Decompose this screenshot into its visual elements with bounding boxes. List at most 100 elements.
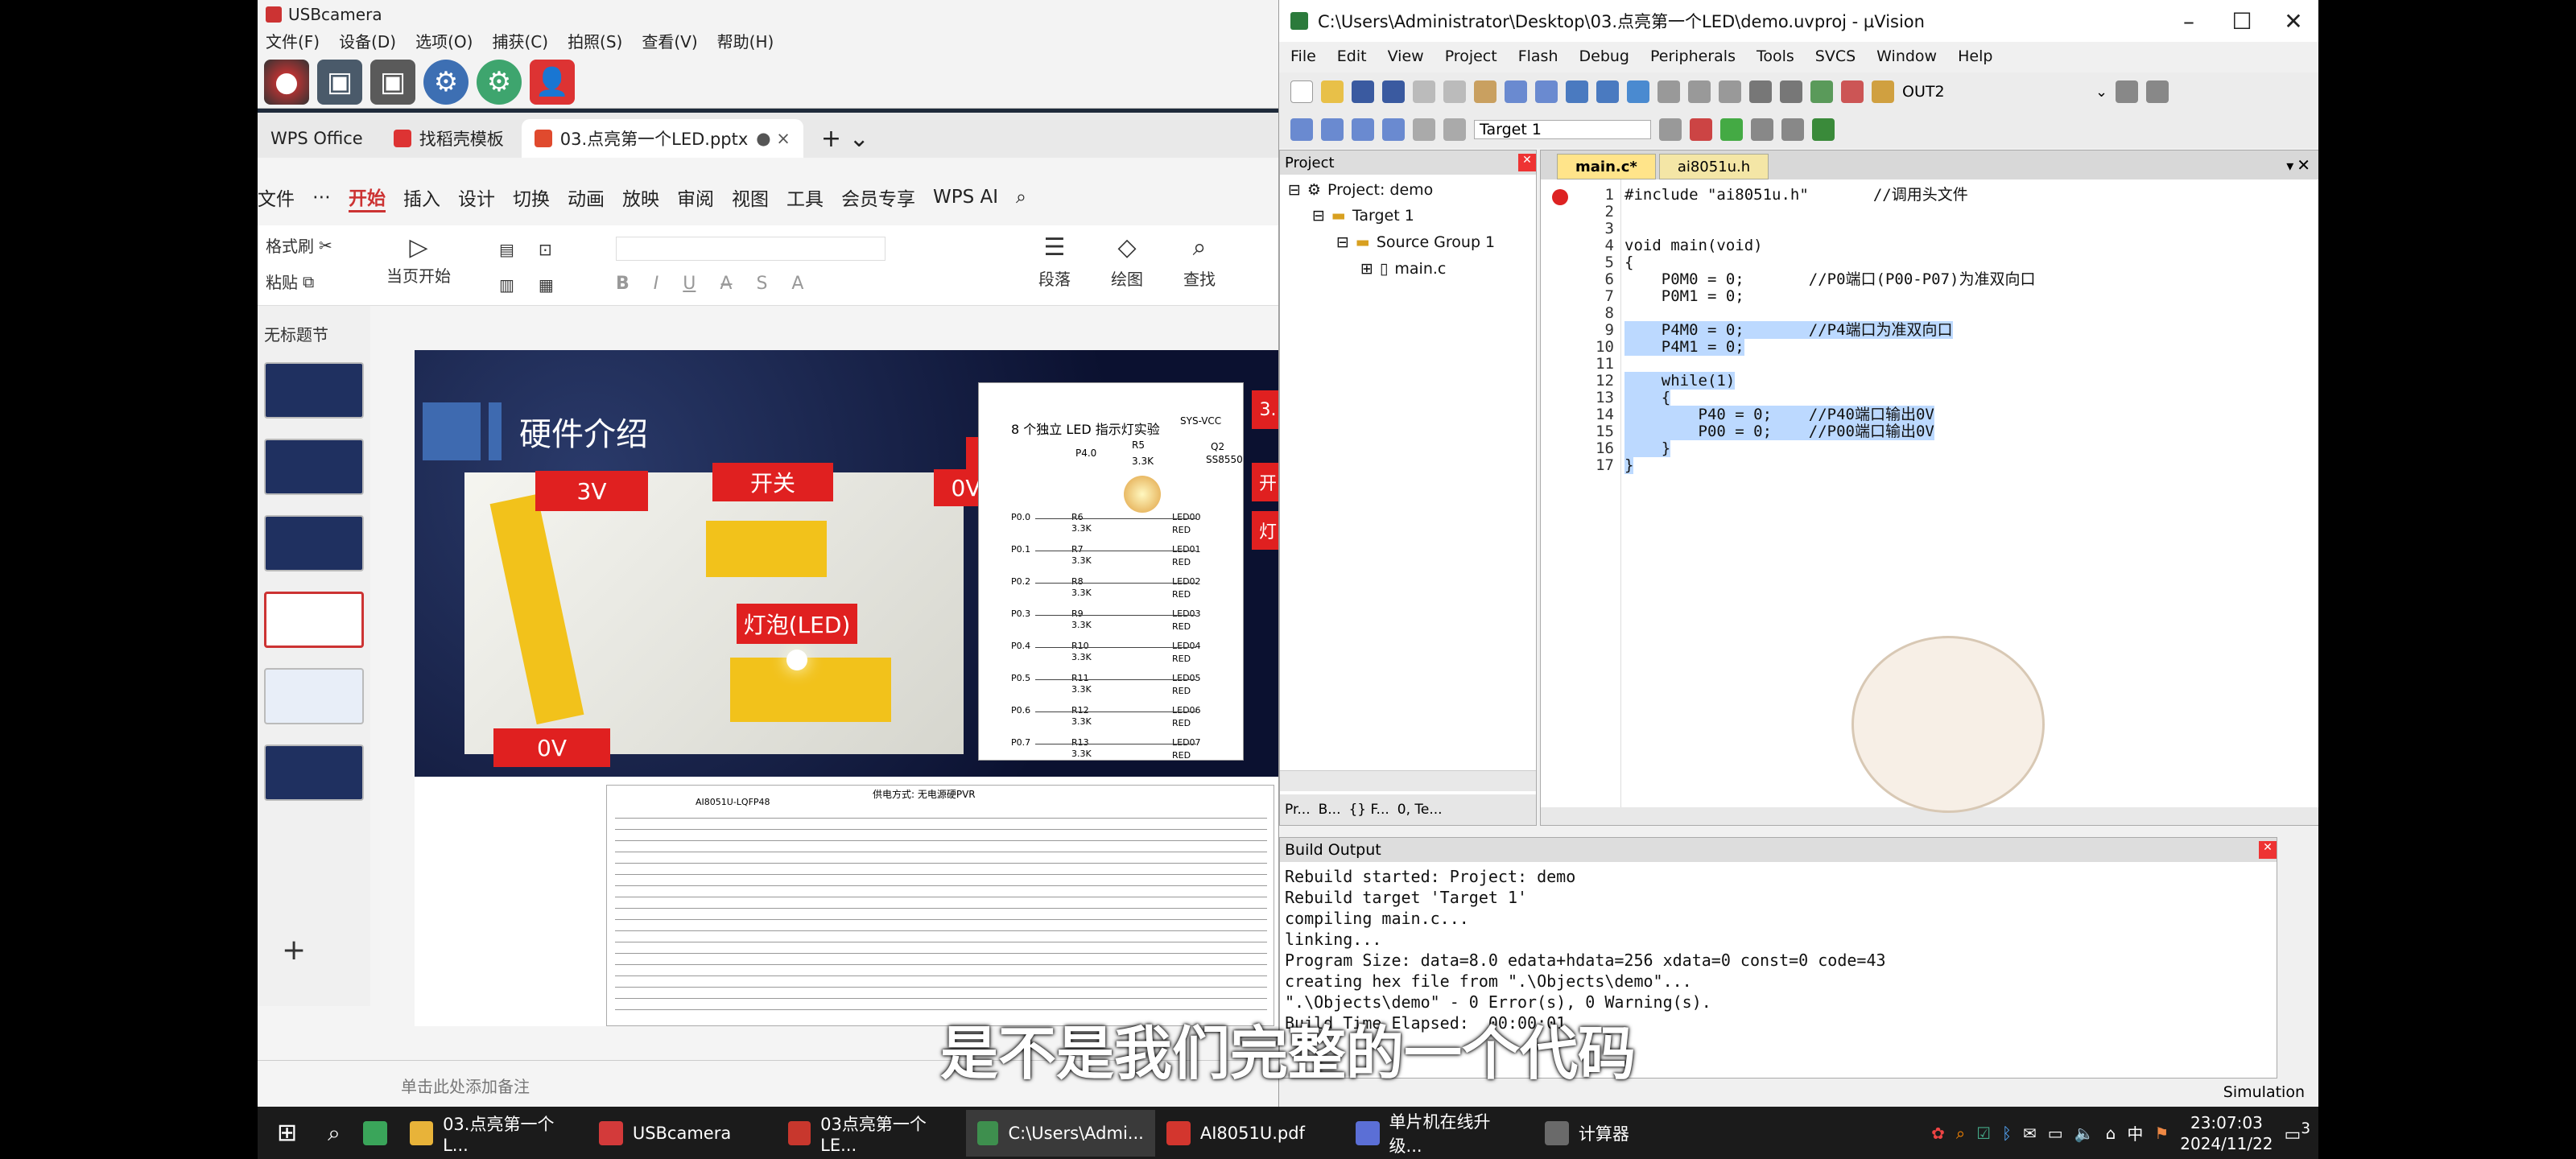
redo-icon[interactable]	[1535, 80, 1558, 103]
drawing-button[interactable]: ◇ 绘图	[1111, 233, 1143, 290]
indent-icon[interactable]	[1749, 80, 1772, 103]
project-hscroll[interactable]	[1280, 770, 1536, 791]
nav-forward-icon[interactable]	[1596, 80, 1619, 103]
tab-functions[interactable]: {} F...	[1348, 802, 1389, 818]
unindent-icon[interactable]	[1780, 80, 1802, 103]
slide-thumbnail[interactable]	[264, 362, 364, 419]
pack-icon[interactable]	[1812, 118, 1835, 141]
camera-record-icon[interactable]: ▣	[370, 60, 415, 105]
menu-view[interactable]: View	[1388, 47, 1424, 65]
slide-thumbnail[interactable]	[264, 515, 364, 571]
strike-icon[interactable]: A̶	[720, 274, 732, 294]
tray-app-icon[interactable]: ✿	[1931, 1124, 1945, 1143]
select-software-icon[interactable]	[1751, 118, 1773, 141]
add-slide-icon[interactable]: +	[282, 934, 306, 967]
taskbar-app[interactable]: 计算器	[1534, 1110, 1723, 1157]
tray-check-icon[interactable]: ☑	[1976, 1124, 1991, 1143]
from-current-button[interactable]: ▷ 当页开始	[386, 233, 451, 287]
bookmark-clear-icon[interactable]	[1719, 80, 1741, 103]
tree-source-group[interactable]: ⊟ ▬ Source Group 1	[1336, 233, 1495, 251]
section-icon[interactable]: ▥	[499, 275, 514, 295]
translate-icon[interactable]	[1290, 118, 1313, 141]
tabs-dropdown-icon[interactable]: ▾	[2286, 158, 2293, 175]
paste-icon[interactable]	[1474, 80, 1496, 103]
search-icon[interactable]: ⌕	[316, 1110, 352, 1157]
slide-canvas[interactable]: 硬件介绍 3V 开关 0V 0V 灯泡(LED) 0V 8 个独立 LED 指示…	[415, 350, 1284, 1026]
ribbon-tab-file[interactable]: 文件	[258, 184, 295, 211]
panel-close-icon[interactable]: ✕	[1518, 154, 1536, 171]
tree-collapse-icon[interactable]: ⊟	[1288, 181, 1301, 199]
menu-view[interactable]: 查看(V)	[642, 29, 697, 55]
code-line[interactable]: }	[1624, 439, 1671, 457]
stop-build-icon[interactable]	[1413, 118, 1435, 141]
chat-app-icon[interactable]	[352, 1110, 398, 1157]
taskbar-app[interactable]: 单片机在线升级...	[1344, 1110, 1534, 1157]
ribbon-tab-animation[interactable]: 动画	[568, 184, 605, 211]
notification-icon[interactable]: ▭3	[2285, 1120, 2310, 1145]
target-select[interactable]: Target 1	[1474, 120, 1651, 139]
settings-gear-icon[interactable]: ⚙	[423, 60, 469, 105]
new-file-icon[interactable]	[1290, 80, 1313, 103]
menu-debug[interactable]: Debug	[1579, 47, 1629, 65]
green-gear-icon[interactable]: ⚙	[477, 60, 522, 105]
tray-mail-icon[interactable]: ✉	[2023, 1124, 2037, 1143]
menu-options[interactable]: 选项(O)	[415, 29, 473, 55]
code-line[interactable]: }	[1624, 456, 1634, 474]
ribbon-tab-view[interactable]: 视图	[732, 184, 769, 211]
ribbon-tab-insert[interactable]: 插入	[403, 184, 440, 211]
menu-svcs[interactable]: SVCS	[1815, 47, 1856, 65]
tray-flag-icon[interactable]: ⚑	[2154, 1124, 2169, 1143]
download-icon[interactable]	[1443, 118, 1466, 141]
menu-help[interactable]: Help	[1958, 47, 1992, 65]
network-icon[interactable]: ⌂	[2106, 1124, 2116, 1143]
tab-templates[interactable]: 0, Te...	[1397, 802, 1443, 818]
tree-collapse-icon[interactable]: ⊟	[1312, 207, 1325, 225]
slide-thumbnail-selected[interactable]	[264, 592, 364, 648]
code-line[interactable]: {	[1624, 254, 1633, 271]
tab-template[interactable]: 找稻壳模板	[381, 119, 517, 158]
tree-expand-icon[interactable]: ⊞	[1360, 260, 1373, 278]
rte-icon[interactable]	[1781, 118, 1804, 141]
code-line[interactable]: P4M0 = 0; //P4端口为准双向口	[1624, 321, 1953, 339]
format-painter-button[interactable]: 格式刷 ✂	[266, 233, 332, 257]
ribbon-tab-tools[interactable]: 工具	[786, 184, 824, 211]
lens-icon[interactable]: ●	[264, 60, 309, 105]
ribbon-tab-review[interactable]: 审阅	[677, 184, 714, 211]
maximize-button[interactable]: ☐	[2218, 5, 2266, 37]
paragraph-button[interactable]: ☰ 段落	[1038, 233, 1071, 290]
reset-icon[interactable]: ⊡	[539, 240, 552, 259]
menu-tools[interactable]: Tools	[1757, 47, 1794, 65]
tray-search-icon[interactable]: ⌕	[1956, 1124, 1965, 1143]
slide-thumbnail[interactable]	[264, 439, 364, 495]
build-icon[interactable]	[1321, 118, 1344, 141]
find-button[interactable]: ⌕ 查找	[1183, 233, 1216, 290]
comment-icon[interactable]	[1810, 80, 1833, 103]
font-color-icon[interactable]: A	[791, 274, 803, 294]
menu-file[interactable]: 文件(F)	[266, 29, 320, 55]
close-button[interactable]: ✕	[2269, 5, 2318, 37]
save-icon[interactable]	[1352, 80, 1374, 103]
tree-project[interactable]: ⊟ ⚙ Project: demo	[1288, 181, 1433, 199]
camera-icon[interactable]: ▣	[317, 60, 362, 105]
ribbon-tab-vip[interactable]: 会员专享	[841, 184, 915, 211]
shadow-icon[interactable]: S	[756, 274, 767, 294]
output-select[interactable]: OUT2	[1902, 83, 2087, 101]
code-line[interactable]: #include "ai8051u.h" //调用头文件	[1624, 186, 1968, 204]
manage-components-icon[interactable]	[1720, 118, 1743, 141]
nav-back-icon[interactable]	[1566, 80, 1588, 103]
menu-capture[interactable]: 捕获(C)	[492, 29, 548, 55]
slide-thumbnail[interactable]	[264, 744, 364, 801]
ribbon-tab-slideshow[interactable]: 放映	[622, 184, 659, 211]
menu-photo[interactable]: 拍照(S)	[568, 29, 622, 55]
new-tab-button[interactable]: + ⌄	[808, 119, 882, 158]
copy-icon[interactable]	[1443, 80, 1466, 103]
menu-peripherals[interactable]: Peripherals	[1650, 47, 1736, 65]
taskbar-app[interactable]: AI8051U.pdf	[1155, 1110, 1344, 1157]
tab-books[interactable]: B...	[1319, 802, 1341, 818]
menu-flash[interactable]: Flash	[1518, 47, 1558, 65]
breakpoint-icon[interactable]	[1552, 189, 1568, 205]
tab-close-icon[interactable]: ● ×	[756, 129, 791, 148]
code-line[interactable]: P00 = 0; //P00端口输出0V	[1624, 423, 1934, 440]
search-icon[interactable]: ⌕	[1016, 187, 1026, 208]
menu-file[interactable]: File	[1290, 47, 1316, 65]
